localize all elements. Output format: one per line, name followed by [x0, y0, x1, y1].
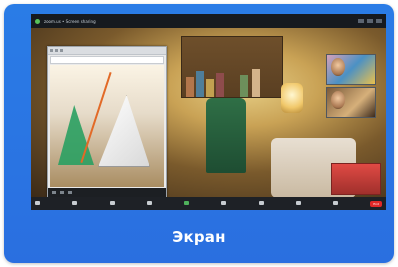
share-screen-button[interactable] [184, 201, 189, 206]
microphone-icon [35, 201, 40, 205]
meeting-window-bar: zoom.us • Screen sharing [31, 14, 386, 28]
background-red-box [331, 163, 381, 195]
apps-button[interactable] [333, 201, 338, 206]
reactions-button[interactable] [295, 201, 301, 206]
close-icon[interactable] [376, 19, 382, 23]
reactions-icon [295, 201, 301, 205]
settings-icon[interactable] [68, 191, 72, 194]
record-button[interactable] [258, 201, 264, 206]
meeting-toolbar: End [31, 197, 386, 210]
background-lamp [281, 83, 303, 113]
meeting-screenshot: zoom.us • Screen sharing End [31, 14, 386, 210]
shared-window-titlebar [48, 47, 166, 55]
apps-icon [333, 201, 338, 205]
shared-window-content [50, 65, 164, 187]
security-button[interactable] [109, 201, 115, 206]
minimize-icon[interactable] [358, 19, 364, 23]
meeting-status-dot [35, 18, 40, 24]
background-figure [206, 98, 246, 173]
participant-thumbnails [326, 54, 376, 118]
record-icon [258, 201, 264, 205]
paper-model-right [98, 95, 150, 167]
camera-icon [72, 201, 78, 205]
chat-button[interactable] [221, 201, 227, 206]
maximize-icon[interactable] [367, 19, 373, 23]
participant-thumbnail[interactable] [326, 87, 376, 118]
shared-video [31, 28, 386, 198]
meeting-window-title: zoom.us • Screen sharing [44, 18, 96, 24]
play-icon[interactable] [52, 191, 56, 194]
end-meeting-button[interactable]: End [370, 200, 382, 207]
share-screen-icon [184, 201, 189, 205]
shared-window-controls[interactable] [48, 188, 166, 197]
card-label: Экран [172, 228, 226, 246]
window-controls[interactable] [358, 19, 386, 23]
video-button[interactable] [72, 201, 78, 206]
unmute-button[interactable] [35, 201, 40, 206]
volume-icon[interactable] [60, 191, 64, 194]
people-icon [146, 201, 152, 205]
participant-face [331, 91, 345, 109]
shared-screen-window[interactable] [47, 46, 167, 198]
background-shelf [181, 36, 283, 98]
chat-icon [221, 201, 227, 205]
participant-thumbnail[interactable] [326, 54, 376, 85]
participants-button[interactable] [146, 201, 152, 206]
shared-window-address-bar [50, 56, 164, 64]
feature-card[interactable]: zoom.us • Screen sharing End Экран [4, 4, 394, 263]
participant-face [331, 58, 345, 76]
shield-icon [109, 201, 115, 205]
